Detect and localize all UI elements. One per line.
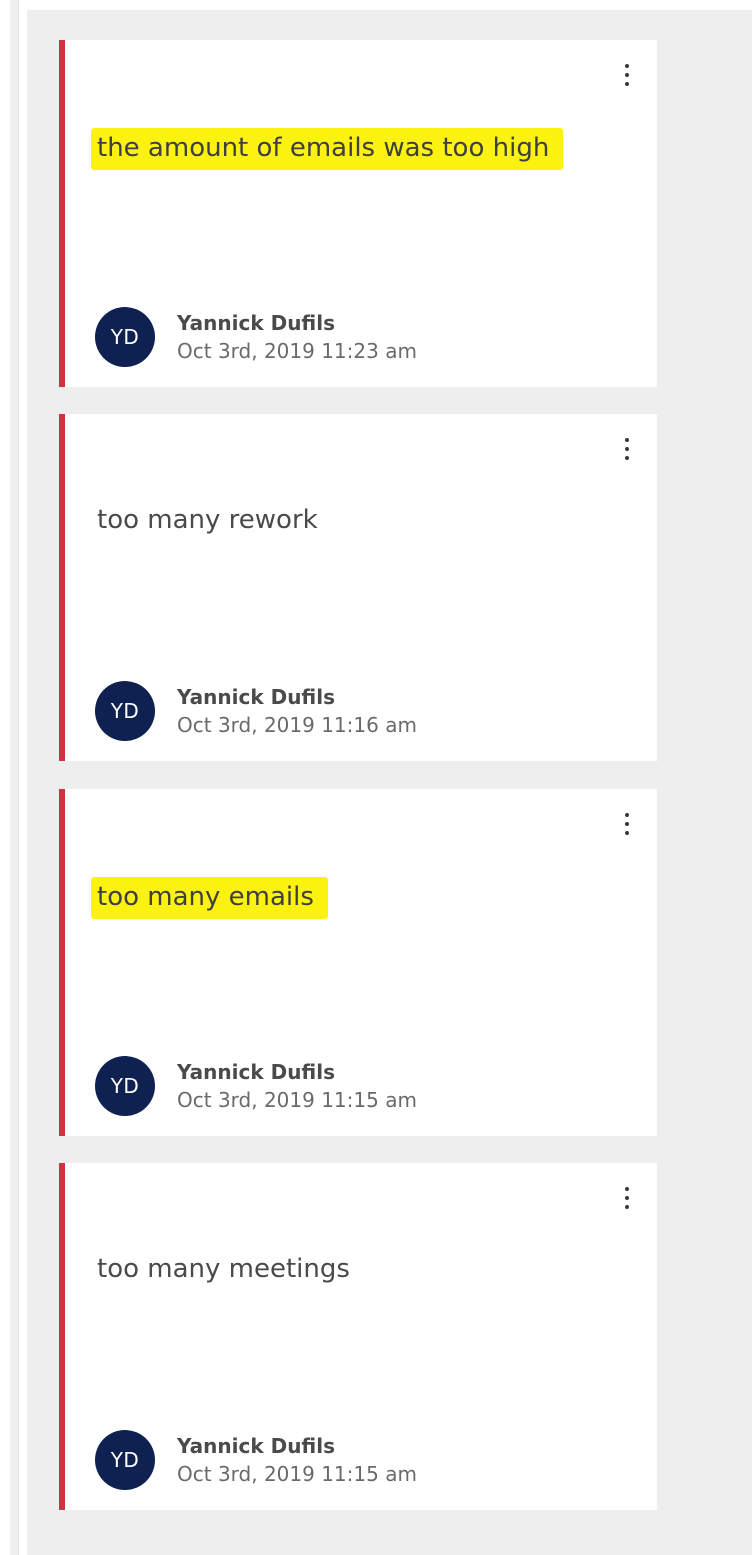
menu-dot [625,438,629,442]
menu-dot [625,1196,629,1200]
feedback-card[interactable]: too many meetings YD Yannick Dufils Oct … [59,1163,657,1510]
menu-dot [625,82,629,86]
more-vertical-icon[interactable] [613,58,641,92]
menu-dot [625,447,629,451]
menu-dot [625,456,629,460]
more-vertical-icon[interactable] [613,432,641,466]
card-timestamp: Oct 3rd, 2019 11:15 am [177,1088,417,1112]
author-meta: Yannick Dufils Oct 3rd, 2019 11:16 am [177,683,417,739]
feedback-card[interactable]: too many rework YD Yannick Dufils Oct 3r… [59,414,657,761]
card-author: YD Yannick Dufils Oct 3rd, 2019 11:16 am [95,680,417,742]
more-vertical-icon[interactable] [613,807,641,841]
author-meta: Yannick Dufils Oct 3rd, 2019 11:23 am [177,309,417,365]
menu-dot [625,1205,629,1209]
menu-dot [625,1187,629,1191]
card-timestamp: Oct 3rd, 2019 11:15 am [177,1462,417,1486]
page-left-divider [10,0,19,1555]
author-name: Yannick Dufils [177,685,336,709]
author-meta: Yannick Dufils Oct 3rd, 2019 11:15 am [177,1432,417,1488]
avatar: YD [95,1056,155,1116]
author-meta: Yannick Dufils Oct 3rd, 2019 11:15 am [177,1058,417,1114]
card-author: YD Yannick Dufils Oct 3rd, 2019 11:23 am [95,306,417,368]
card-timestamp: Oct 3rd, 2019 11:16 am [177,713,417,737]
more-vertical-icon[interactable] [613,1181,641,1215]
author-name: Yannick Dufils [177,1434,336,1458]
avatar: YD [95,307,155,367]
board-column: the amount of emails was too high YD Yan… [27,10,752,1555]
author-name: Yannick Dufils [177,311,336,335]
menu-dot [625,831,629,835]
author-name: Yannick Dufils [177,1060,336,1084]
card-timestamp: Oct 3rd, 2019 11:23 am [177,339,417,363]
card-text: the amount of emails was too high [91,128,564,170]
card-text: too many meetings [97,1254,350,1284]
menu-dot [625,64,629,68]
avatar: YD [95,681,155,741]
feedback-card[interactable]: too many emails YD Yannick Dufils Oct 3r… [59,789,657,1136]
card-text: too many rework [97,505,318,535]
card-author: YD Yannick Dufils Oct 3rd, 2019 11:15 am [95,1055,417,1117]
menu-dot [625,822,629,826]
feedback-card[interactable]: the amount of emails was too high YD Yan… [59,40,657,387]
card-author: YD Yannick Dufils Oct 3rd, 2019 11:15 am [95,1429,417,1491]
menu-dot [625,813,629,817]
card-text: too many emails [91,877,328,919]
menu-dot [625,73,629,77]
avatar: YD [95,1430,155,1490]
